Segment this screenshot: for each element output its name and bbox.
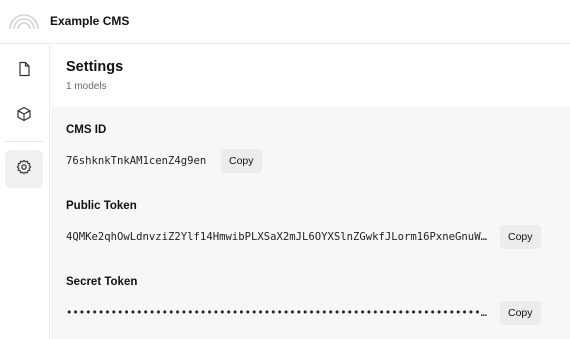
- app-title: Example CMS: [50, 14, 130, 28]
- cms-id-label: CMS ID: [66, 124, 107, 136]
- document-icon: [16, 61, 32, 82]
- gear-icon: [16, 159, 32, 180]
- copy-secret-token-button[interactable]: Copy: [500, 301, 541, 325]
- settings-content: CMS ID 76shknkTnkAM1cenZ4g9en Copy Publi…: [51, 107, 570, 339]
- copy-cms-id-button[interactable]: Copy: [221, 149, 262, 173]
- secret-token-label: Secret Token: [66, 276, 138, 288]
- sidebar-item-models[interactable]: [5, 97, 43, 135]
- page-header: Settings 1 models: [51, 45, 570, 107]
- secret-token-value: ••••••••••••••••••••••••••••••••••••••••…: [66, 307, 488, 319]
- page-title: Settings: [66, 59, 124, 75]
- cube-icon: [16, 106, 32, 127]
- sidebar-divider: [5, 141, 43, 142]
- sidebar-item-settings[interactable]: [5, 150, 43, 188]
- public-token-value: 4QMKe2qhOwLdnvziZ2Ylf14HmwibPLXSaX2mJL6O…: [66, 231, 488, 243]
- public-token-label: Public Token: [66, 200, 137, 212]
- sidebar-item-documents[interactable]: [5, 52, 43, 90]
- sidebar: [0, 45, 50, 339]
- models-count: 1 models: [66, 81, 107, 92]
- top-bar: Example CMS: [0, 0, 570, 44]
- main-panel: Settings 1 models CMS ID 76shknkTnkAM1ce…: [51, 45, 570, 339]
- cms-id-value: 76shknkTnkAM1cenZ4g9en: [66, 155, 207, 167]
- rainbow-logo-icon: [9, 12, 39, 30]
- copy-public-token-button[interactable]: Copy: [500, 225, 541, 249]
